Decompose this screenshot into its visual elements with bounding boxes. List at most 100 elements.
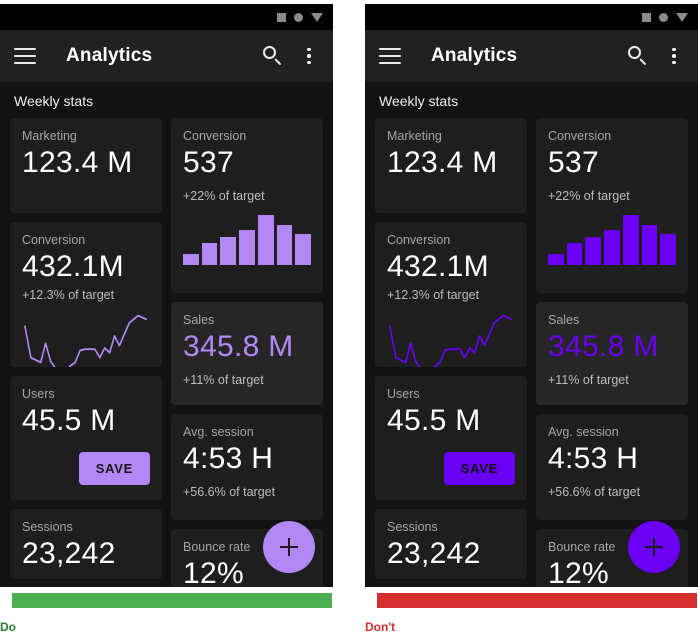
card-sessions[interactable]: Sessions 23,242 bbox=[10, 509, 162, 579]
card-subtext: +11% of target bbox=[183, 372, 264, 387]
card-label: Avg. session bbox=[183, 425, 254, 439]
card-label: Sessions bbox=[387, 520, 438, 534]
bar-6 bbox=[641, 224, 658, 265]
stats-grid: Marketing 123.4 M Conversion 432.1M +12.… bbox=[0, 118, 333, 587]
add-fab-button[interactable] bbox=[263, 521, 315, 573]
card-subtext: +56.6% of target bbox=[548, 484, 641, 499]
card-sessions[interactable]: Sessions 23,242 bbox=[375, 509, 527, 579]
save-button[interactable]: SAVE bbox=[78, 451, 150, 485]
card-label: Marketing bbox=[387, 129, 442, 143]
card-users[interactable]: Users 45.5 M SAVE bbox=[375, 376, 527, 500]
card-value: 23,242 bbox=[22, 537, 116, 570]
card-value: 345.8 M bbox=[548, 330, 659, 363]
bar-1 bbox=[548, 253, 564, 265]
card-label: Avg. session bbox=[548, 425, 619, 439]
card-label: Conversion bbox=[548, 129, 612, 143]
card-subtext: +12.3% of target bbox=[22, 287, 115, 302]
section-title: Weekly stats bbox=[379, 93, 459, 109]
card-value: 123.4 M bbox=[387, 146, 498, 179]
bar-7 bbox=[660, 233, 677, 265]
card-label: Conversion bbox=[387, 233, 451, 247]
card-conversion-bars[interactable]: Conversion 537 +22% of target bbox=[536, 118, 688, 293]
bar-2 bbox=[566, 242, 583, 265]
phone-screen-dont: Analytics Weekly stats Marketing 123.4 M… bbox=[365, 4, 698, 587]
save-button[interactable]: SAVE bbox=[443, 451, 515, 485]
section-title: Weekly stats bbox=[14, 93, 94, 109]
status-bar bbox=[365, 4, 698, 30]
circle-icon bbox=[294, 12, 303, 22]
card-label: Sessions bbox=[22, 520, 73, 534]
hamburger-icon[interactable] bbox=[14, 48, 36, 64]
bar-5 bbox=[257, 214, 274, 265]
line-chart bbox=[387, 306, 515, 367]
more-vert-icon[interactable] bbox=[299, 46, 319, 67]
grid-column-left: Marketing 123.4 M Conversion 432.1M +12.… bbox=[10, 118, 162, 587]
card-avg-session[interactable]: Avg. session 4:53 H +56.6% of target bbox=[171, 414, 323, 520]
card-label: Sales bbox=[183, 313, 215, 327]
status-bar-icons bbox=[642, 12, 688, 22]
card-sales[interactable]: Sales 345.8 M +11% of target bbox=[536, 302, 688, 405]
stats-grid: Marketing 123.4 M Conversion 432.1M +12.… bbox=[365, 118, 698, 587]
line-chart bbox=[22, 306, 150, 367]
card-subtext: +22% of target bbox=[548, 188, 630, 203]
card-conversion-bars[interactable]: Conversion 537 +22% of target bbox=[171, 118, 323, 293]
card-conversion-line[interactable]: Conversion 432.1M +12.3% of target bbox=[10, 222, 162, 367]
card-label: Users bbox=[22, 387, 55, 401]
hamburger-icon[interactable] bbox=[379, 48, 401, 64]
card-value: 4:53 H bbox=[183, 442, 274, 475]
app-bar: Analytics bbox=[365, 30, 698, 82]
square-icon bbox=[277, 12, 286, 22]
plus-icon bbox=[645, 538, 663, 556]
card-value: 432.1M bbox=[387, 250, 489, 283]
card-label: Marketing bbox=[22, 129, 77, 143]
more-vert-icon[interactable] bbox=[664, 46, 684, 67]
square-icon bbox=[642, 12, 651, 22]
card-users[interactable]: Users 45.5 M SAVE bbox=[10, 376, 162, 500]
comparison-figure: Analytics Weekly stats Marketing 123.4 M… bbox=[0, 0, 698, 640]
card-marketing[interactable]: Marketing 123.4 M bbox=[375, 118, 527, 213]
card-label: Conversion bbox=[183, 129, 247, 143]
card-subtext: +12.3% of target bbox=[387, 287, 480, 302]
line-chart-svg bbox=[24, 314, 147, 367]
phone-screen-do: Analytics Weekly stats Marketing 123.4 M… bbox=[0, 4, 333, 587]
card-avg-session[interactable]: Avg. session 4:53 H +56.6% of target bbox=[536, 414, 688, 520]
save-row: SAVE bbox=[387, 451, 515, 485]
grid-column-right: Conversion 537 +22% of target Sales 345.… bbox=[536, 118, 688, 587]
search-icon[interactable] bbox=[263, 46, 283, 66]
bar-2 bbox=[201, 242, 218, 265]
status-bar-icons bbox=[277, 12, 323, 22]
save-row: SAVE bbox=[22, 451, 150, 485]
bar-1 bbox=[183, 253, 199, 265]
grid-column-left: Marketing 123.4 M Conversion 432.1M +12.… bbox=[375, 118, 527, 587]
search-icon[interactable] bbox=[628, 46, 648, 66]
content-area: Weekly stats Marketing 123.4 M Conversio… bbox=[0, 82, 333, 587]
bar-chart bbox=[548, 214, 677, 265]
verdict-bar bbox=[12, 593, 332, 608]
card-value: 537 bbox=[183, 146, 234, 179]
card-subtext: +22% of target bbox=[183, 188, 265, 203]
bar-7 bbox=[295, 233, 312, 265]
bar-6 bbox=[276, 224, 293, 265]
card-value: 537 bbox=[548, 146, 599, 179]
line-chart-svg bbox=[389, 314, 512, 367]
bar-4 bbox=[604, 229, 620, 265]
card-value: 4:53 H bbox=[548, 442, 639, 475]
app-bar: Analytics bbox=[0, 30, 333, 82]
card-sales[interactable]: Sales 345.8 M +11% of target bbox=[171, 302, 323, 405]
circle-icon bbox=[659, 12, 668, 22]
card-conversion-line[interactable]: Conversion 432.1M +12.3% of target bbox=[375, 222, 527, 367]
card-value: 45.5 M bbox=[387, 404, 481, 437]
dont-panel: Analytics Weekly stats Marketing 123.4 M… bbox=[365, 0, 698, 640]
add-fab-button[interactable] bbox=[628, 521, 680, 573]
card-marketing[interactable]: Marketing 123.4 M bbox=[10, 118, 162, 213]
bar-3 bbox=[585, 236, 602, 265]
card-subtext: +11% of target bbox=[548, 372, 629, 387]
card-label: Conversion bbox=[22, 233, 86, 247]
bar-chart bbox=[183, 214, 312, 265]
card-label: Users bbox=[387, 387, 420, 401]
status-bar bbox=[0, 4, 333, 30]
plus-icon bbox=[280, 538, 298, 556]
verdict-label: Do bbox=[0, 620, 16, 634]
page-title: Analytics bbox=[431, 45, 518, 66]
page-title: Analytics bbox=[66, 45, 153, 66]
